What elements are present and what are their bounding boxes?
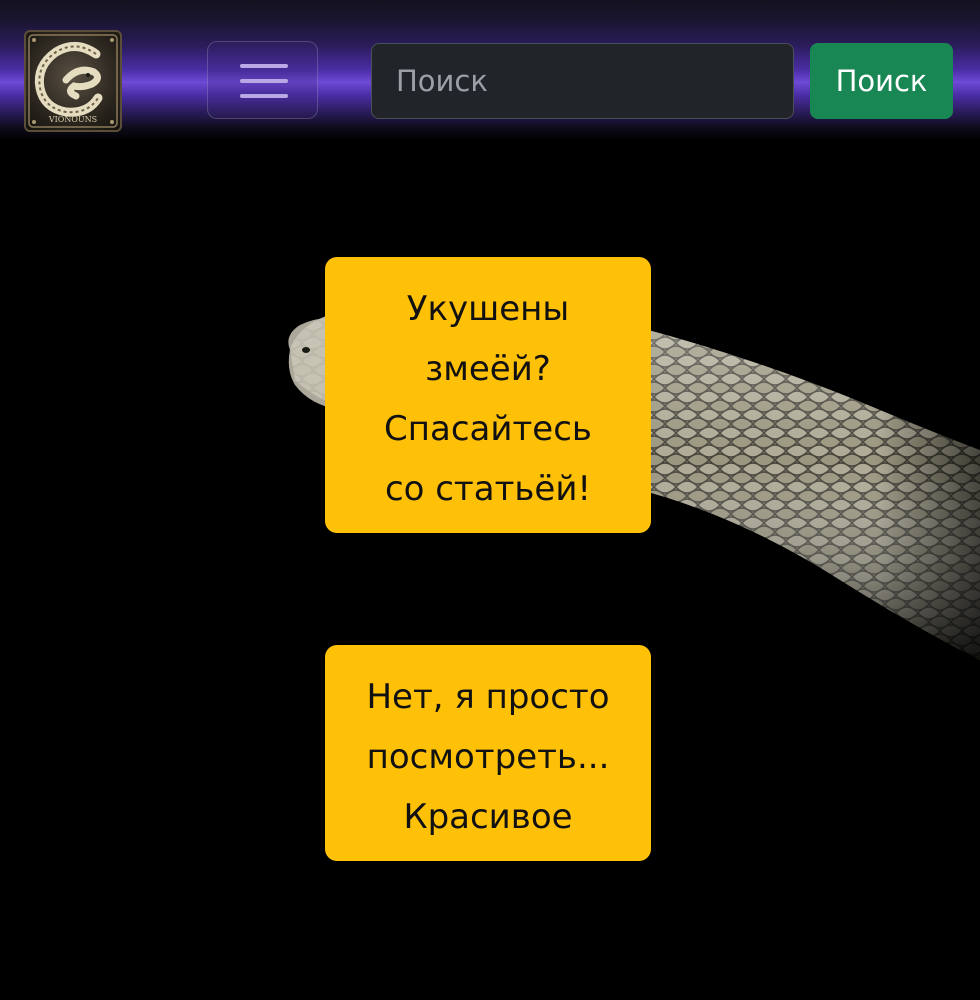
navbar: VIONOUNS Поиск [0,0,980,140]
snake-logo-icon: VIONOUNS [28,34,118,128]
site-logo[interactable]: VIONOUNS [24,30,122,132]
navbar-toggler-button[interactable] [207,41,318,119]
just-browsing-button[interactable]: Нет, я просто посмотреть... Красивое [325,645,651,861]
search-input[interactable] [371,43,794,119]
page: VIONOUNS Поиск Укушены змеёй? Спасайтесь… [0,0,980,1000]
logo-text: VIONOUNS [48,115,97,124]
snake-bite-article-button[interactable]: Укушены змеёй? Спасайтесь со статьёй! [325,257,651,533]
search-button[interactable]: Поиск [810,43,953,119]
